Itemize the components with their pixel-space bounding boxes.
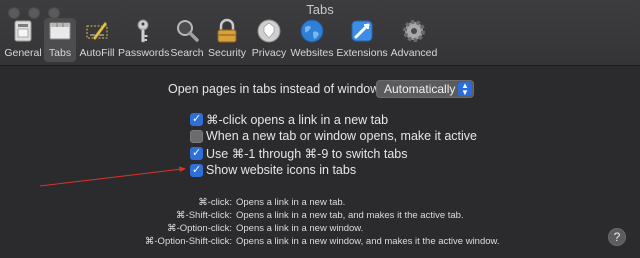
general-icon [14, 20, 32, 42]
shortcut-key: ⌘-Option-Shift-click: [144, 236, 232, 247]
security-icon [217, 18, 237, 43]
tabs-icon [49, 22, 71, 40]
shortcut-key: ⌘-click: [198, 197, 232, 208]
shortcut-desc: Opens a link in a new tab, and makes it … [236, 210, 464, 221]
search-icon [177, 20, 199, 42]
tab-label: Privacy [251, 47, 287, 59]
tab-general[interactable]: General [4, 18, 42, 62]
shortcut-desc: Opens a link in a new window, and makes … [236, 236, 500, 247]
tab-extensions[interactable]: Extensions [336, 18, 388, 62]
tab-autofill[interactable]: AutoFill [78, 18, 116, 62]
tab-label: Advanced [390, 47, 438, 59]
tab-websites[interactable]: Websites [290, 18, 334, 62]
tab-advanced[interactable]: Advanced [390, 18, 438, 62]
help-button[interactable]: ? [608, 228, 626, 246]
tab-label: Extensions [336, 47, 388, 59]
websites-icon [300, 19, 324, 43]
tab-tabs[interactable]: Tabs [44, 18, 76, 62]
shortcut-desc: Opens a link in a new tab. [236, 197, 346, 208]
tab-label: General [4, 47, 42, 59]
passwords-icon [137, 19, 149, 43]
autofill-icon [86, 21, 108, 41]
tab-label: Passwords [118, 47, 170, 59]
tab-label: AutoFill [79, 47, 115, 59]
tab-label: Security [208, 47, 246, 59]
extensions-icon [351, 20, 373, 42]
window-title: Tabs [306, 2, 334, 17]
advanced-icon [403, 20, 425, 42]
tab-label: Websites [290, 47, 334, 59]
tab-privacy[interactable]: Privacy [250, 18, 288, 62]
tab-security[interactable]: Security [206, 18, 248, 62]
tab-search[interactable]: Search [170, 18, 204, 62]
preferences-toolbar: Tabs General Tabs AutoFill Passwords Sea… [0, 0, 640, 66]
tab-label: Search [170, 47, 204, 59]
tabs-preferences-pane: Open pages in tabs instead of windows: A… [0, 67, 640, 258]
tab-passwords[interactable]: Passwords [118, 18, 170, 62]
shortcut-key: ⌘-Shift-click: [176, 210, 232, 221]
privacy-icon [257, 19, 281, 43]
shortcut-desc: Opens a link in a new window. [236, 223, 364, 234]
shortcut-key: ⌘-Option-click: [167, 223, 232, 234]
tab-label: Tabs [48, 47, 72, 59]
